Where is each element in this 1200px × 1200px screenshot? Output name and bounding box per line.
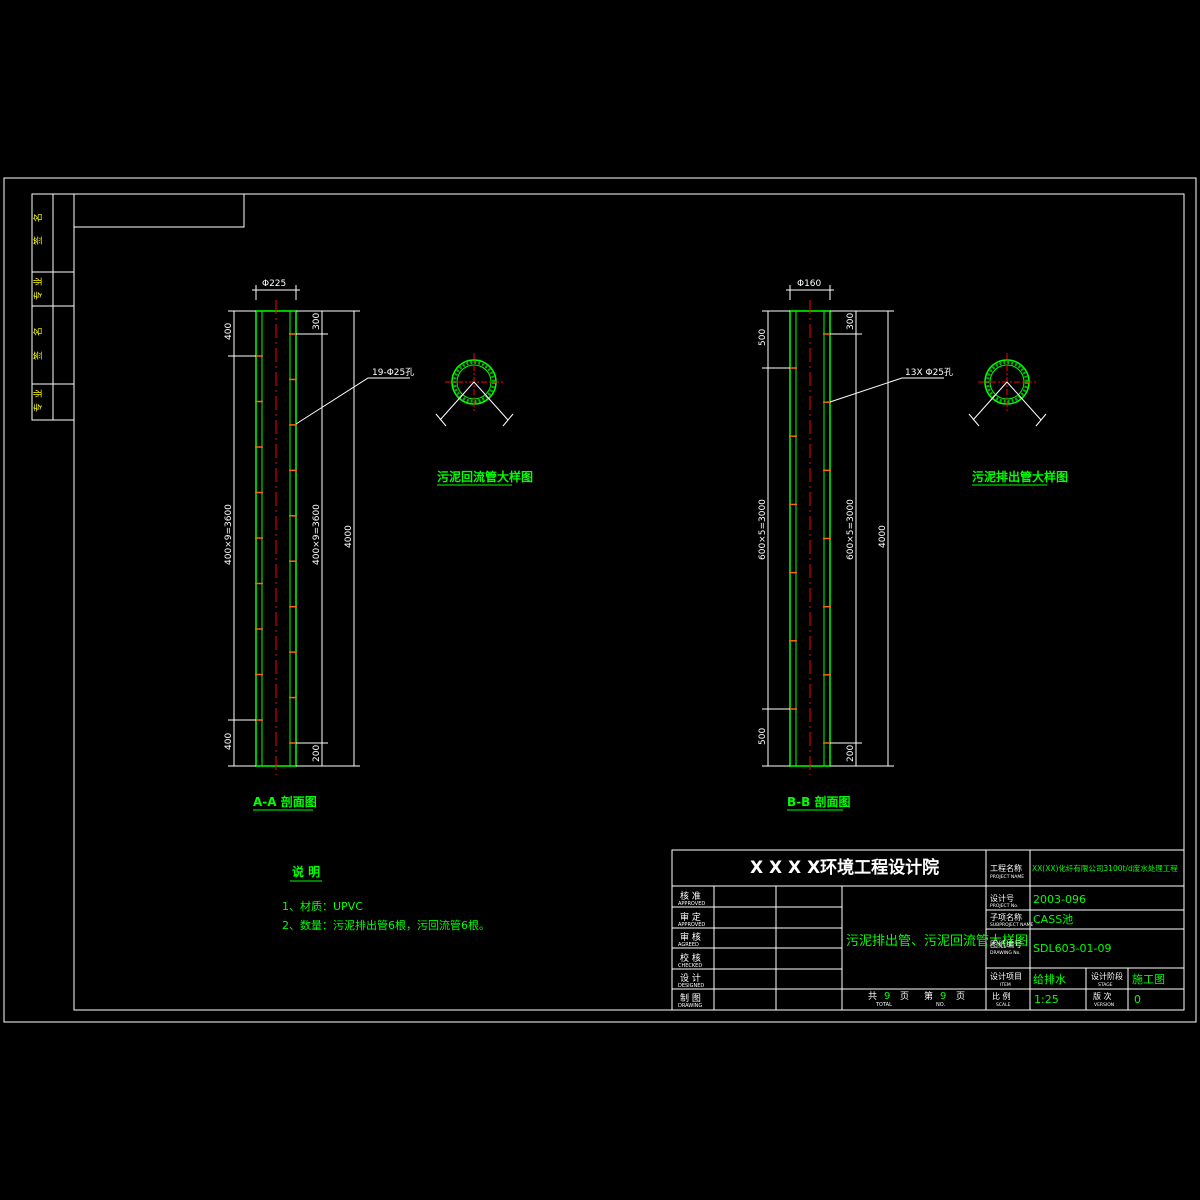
pipe-a-span-right: 400×9=3600 [312, 504, 322, 565]
side-signature-strip: 签 名 专 业 签 名 专 业 [31, 193, 75, 421]
detail-a-title: 污泥回流管大样图 [437, 469, 533, 484]
detail-a: 污泥回流管大样图 [435, 353, 533, 486]
pipe-a-span-left: 400×9=3600 [224, 504, 234, 565]
cad-drawing: 签 名 专 业 签 名 专 业 Φ225 400 400×9=3600 400 [3, 177, 1197, 1023]
page-unit-1: 页 [900, 991, 909, 1002]
pipe-b-bottom-offset: 200 [846, 745, 856, 762]
drawing-no: SDL603-01-09 [1033, 942, 1112, 955]
notes-heading: 说 明 [292, 864, 320, 879]
sub-label-en: SUBPROJECT NAME [990, 922, 1033, 928]
role-en-6: DRAWING [678, 1003, 702, 1009]
scale-label-en: SCALE [996, 1002, 1011, 1008]
project-label-cn: 工程名称 [990, 863, 1022, 873]
project-no: 2003-096 [1033, 893, 1086, 906]
version-label-cn: 版 次 [1093, 991, 1112, 1001]
project-name: XX(XX)化纤有限公司3100t/d废水处理工程 [1032, 863, 1178, 873]
drawing-no-label-cn: 图纸编号 [990, 939, 1022, 949]
scale-value: 1:25 [1034, 993, 1059, 1006]
title-block: X X X X环境工程设计院 污泥排出管、污泥回流管大样图 核 准 APPROV… [671, 849, 1185, 1011]
pipe-b-bottom-margin: 500 [758, 728, 768, 745]
role-en-3: AGREED [678, 942, 699, 948]
sub-project: CASS池 [1033, 913, 1073, 926]
pipe-a-top-margin: 400 [224, 323, 234, 340]
side-label-1b: 名 [32, 213, 44, 222]
side-label-2a: 专 [32, 291, 44, 300]
pipe-a-leader [295, 377, 410, 425]
pipe-b-diameter: Φ160 [797, 279, 822, 289]
pipe-b-total: 4000 [878, 525, 888, 548]
section-b-title: B-B 剖面图 [787, 794, 850, 809]
side-label-3a: 签 [32, 351, 44, 360]
pipe-a-top-offset: 300 [312, 313, 322, 330]
outer-frame [3, 177, 1197, 1023]
detail-b-title: 污泥排出管大样图 [972, 469, 1068, 484]
pipe-b-span-right: 600×5=3000 [846, 499, 856, 560]
notes-line-1: 1、材质：UPVC [282, 899, 363, 913]
version-value: 0 [1134, 993, 1141, 1006]
institute-name: X X X X环境工程设计院 [750, 857, 939, 878]
no-en: NO. [936, 1002, 945, 1008]
page-unit-2: 页 [956, 991, 965, 1002]
stage-label-en: STAGE [1098, 982, 1113, 988]
pipe-b-span-left: 600×5=3000 [758, 499, 768, 560]
side-label-3b: 名 [32, 327, 44, 336]
pipe-b-top-offset: 300 [846, 313, 856, 330]
pipe-a-total: 4000 [344, 525, 354, 548]
notes: 说 明 1、材质：UPVC 2、数量：污泥排出管6根，污回流管6根。 [282, 864, 490, 932]
side-label-1a: 签 [32, 236, 44, 245]
side-label-2b: 业 [33, 277, 44, 286]
inner-frame [73, 193, 1185, 1011]
total-pages-label: 共 [868, 991, 877, 1002]
stage-value: 施工图 [1132, 973, 1165, 986]
side-label-4b: 业 [33, 389, 44, 398]
drawing-no-label-en: DRAWING No. [990, 950, 1021, 956]
section-b: Φ160 500 600×5=3000 500 300 600×5=3000 2… [758, 279, 953, 811]
pipe-a-bottom-offset: 200 [312, 745, 322, 762]
project-no-label-en: PROJECT No. [990, 903, 1018, 909]
project-no-label-cn: 设计号 [990, 893, 1014, 903]
pipe-a-diameter: Φ225 [262, 279, 286, 289]
scale-label-cn: 比 例 [992, 991, 1011, 1001]
side-label-4a: 专 [32, 403, 44, 412]
item-value: 给排水 [1033, 972, 1066, 986]
page-no-value: 9 [940, 991, 946, 1002]
top-left-tag-box [74, 194, 245, 228]
section-a-title: A-A 剖面图 [253, 794, 317, 809]
sub-label-cn: 子项名称 [990, 912, 1022, 922]
pipe-a-hole-note: 19-Φ25孔 [372, 367, 414, 378]
detail-b: 污泥排出管大样图 [968, 353, 1068, 486]
role-en-1: APPROVED [678, 901, 705, 907]
notes-line-2: 2、数量：污泥排出管6根，污回流管6根。 [282, 918, 490, 932]
project-label-en: PROJECT NAME [990, 874, 1024, 880]
pipe-b-leader [829, 377, 944, 403]
pipe-b-hole-note: 13X Φ25孔 [905, 367, 953, 378]
role-en-2: APPROVED [678, 922, 705, 928]
pipe-a-bottom-margin: 400 [224, 733, 234, 750]
role-en-5: DESIGNED [678, 983, 704, 989]
item-label-en: ITEM [1000, 982, 1011, 988]
pipe-b-top-margin: 500 [758, 329, 768, 346]
stage-label-cn: 设计阶段 [1091, 971, 1123, 981]
role-en-4: CHECKED [678, 963, 702, 969]
version-label-en: VERSION [1094, 1002, 1114, 1008]
total-en: TOTAL [875, 1002, 892, 1008]
item-label-cn: 设计项目 [990, 971, 1022, 981]
section-a: Φ225 400 400×9=3600 400 300 400×9=3600 2… [224, 279, 414, 811]
page-no-label: 第 [924, 990, 933, 1002]
total-pages-value: 9 [884, 991, 890, 1002]
